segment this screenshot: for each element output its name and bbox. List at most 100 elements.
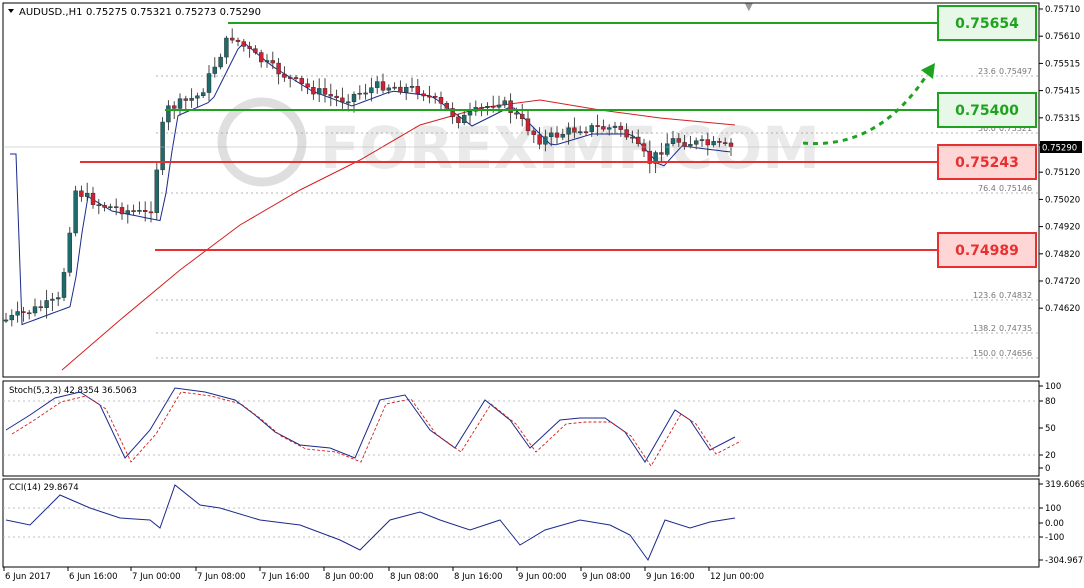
candle-body xyxy=(131,210,136,212)
candle-body xyxy=(32,306,38,314)
candle-body xyxy=(84,192,90,197)
candle-body xyxy=(61,272,67,298)
candle-body xyxy=(444,103,449,109)
fib-value-label: 0.74735 xyxy=(999,324,1032,333)
candle-body xyxy=(276,62,281,75)
candle-body xyxy=(177,98,183,109)
candle-body xyxy=(589,125,594,133)
candle-body xyxy=(375,81,380,88)
symbol-label: AUDUSD.,H1 xyxy=(19,7,82,18)
fib-ratio-label: 76.4 xyxy=(978,184,996,193)
stoch-axis-label: 0 xyxy=(1045,464,1050,474)
time-axis-label: 8 Jun 00:00 xyxy=(325,572,374,582)
candle-body xyxy=(398,86,403,93)
candle-body xyxy=(346,101,351,104)
price-axis-label: 0.74920 xyxy=(1045,223,1080,233)
candle-body xyxy=(688,144,693,147)
time-axis-label: 7 Jun 08:00 xyxy=(197,572,246,582)
level-label-support: 0.75243 xyxy=(955,155,1019,171)
chart-window[interactable]: AUDUSD.,H1 0.75275 0.75321 0.75273 0.752… xyxy=(0,0,1084,588)
price-axis-label: 0.75120 xyxy=(1045,168,1080,178)
cci-axis-label: -100 xyxy=(1045,533,1064,543)
candle-body xyxy=(340,97,345,103)
candle-body xyxy=(467,111,473,116)
candle-body xyxy=(578,131,583,134)
stoch-axis-label: 50 xyxy=(1045,424,1056,434)
price-axis-label: 0.74720 xyxy=(1045,277,1080,287)
fib-ratio-label: 138.2 xyxy=(973,324,996,333)
fib-value-label: 0.74832 xyxy=(999,291,1032,300)
candle-body xyxy=(543,136,548,145)
current-price-label: 0.75290 xyxy=(1042,144,1077,154)
time-axis-label: 7 Jun 00:00 xyxy=(132,572,181,582)
candle-body xyxy=(723,142,728,144)
candle-body xyxy=(531,130,536,135)
fib-value-label: 0.75497 xyxy=(999,67,1032,76)
candle-body xyxy=(119,207,125,215)
candle-body xyxy=(38,306,43,309)
candle-body xyxy=(514,112,519,115)
candle-body xyxy=(520,113,525,119)
time-axis-label: 7 Jun 16:00 xyxy=(261,572,310,582)
candle-body xyxy=(3,319,9,322)
candle-body xyxy=(56,297,61,300)
candle-body xyxy=(630,136,635,139)
candle-body xyxy=(427,95,432,98)
candle-body xyxy=(508,100,513,114)
cci-axis-label: 0.00 xyxy=(1045,519,1064,529)
candle-body xyxy=(404,86,409,93)
candle-body xyxy=(607,127,612,130)
candle-body xyxy=(438,97,444,104)
cci-axis-label: 319.6069 xyxy=(1045,480,1084,490)
candle-body xyxy=(421,93,426,97)
candle-body xyxy=(502,100,507,106)
candle-body xyxy=(200,92,206,97)
candle-body xyxy=(328,94,333,97)
candle-body xyxy=(676,138,681,143)
candle-body xyxy=(694,140,699,145)
candle-body xyxy=(224,37,229,58)
candle-body xyxy=(363,92,368,95)
candle-body xyxy=(409,86,415,88)
candle-body xyxy=(601,126,606,130)
price-axis-label: 0.75710 xyxy=(1045,5,1080,15)
candle-body xyxy=(549,132,554,137)
candle-body xyxy=(641,143,647,152)
candle-body xyxy=(357,92,362,95)
candle-body xyxy=(166,105,171,123)
cci-axis-label: 100 xyxy=(1045,504,1061,514)
price-axis-label: 0.74620 xyxy=(1045,304,1080,314)
cci-label: CCI(14) 29.8674 xyxy=(9,483,79,493)
candle-body xyxy=(415,86,420,95)
time-axis-label: 9 Jun 16:00 xyxy=(646,572,695,582)
candle-body xyxy=(67,232,73,273)
chart-background xyxy=(0,0,1084,588)
candle-body xyxy=(717,141,722,143)
ohlc-label: 0.75275 0.75321 0.75273 0.75290 xyxy=(86,7,261,18)
candle-body xyxy=(15,311,20,316)
candle-body xyxy=(241,41,247,47)
candle-body xyxy=(212,66,218,74)
candle-body xyxy=(305,83,310,88)
candle-body xyxy=(334,95,339,99)
price-axis-label: 0.75020 xyxy=(1045,195,1080,205)
candle-body xyxy=(560,134,565,138)
candle-body xyxy=(96,204,102,207)
candle-body xyxy=(537,134,542,145)
fib-value-label: 0.74656 xyxy=(999,349,1032,358)
candle-body xyxy=(183,98,189,101)
candle-body xyxy=(491,106,496,108)
price-axis-label: 0.74820 xyxy=(1045,250,1080,260)
candle-body xyxy=(572,127,577,133)
candle-body xyxy=(496,104,502,108)
candle-body xyxy=(154,169,160,213)
candle-body xyxy=(21,311,26,313)
candle-body xyxy=(311,87,316,95)
candle-body xyxy=(728,142,734,147)
candle-body xyxy=(90,192,96,205)
candle-body xyxy=(711,141,716,146)
candle-body xyxy=(229,37,235,41)
candle-body xyxy=(171,105,177,109)
candle-body xyxy=(566,127,571,135)
candle-body xyxy=(682,142,687,147)
